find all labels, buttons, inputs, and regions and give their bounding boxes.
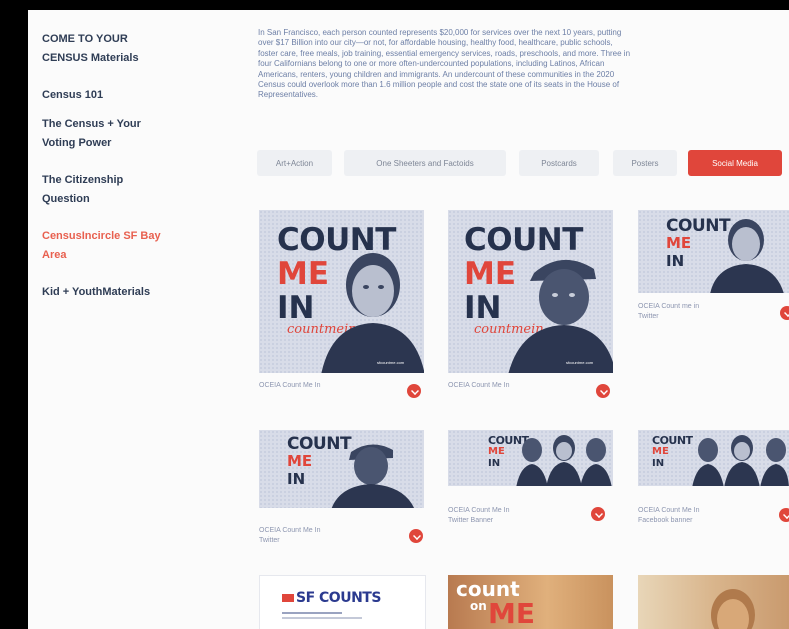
- download-icon[interactable]: [407, 384, 421, 398]
- person-portrait-icon: [331, 444, 414, 508]
- sidebar-item-label: Kid + YouthMaterials: [42, 286, 151, 298]
- sidebar-item-label: Census 101: [42, 89, 104, 101]
- intro-line: four Californians belong to one or more …: [258, 59, 605, 69]
- group-portrait-icon: [516, 435, 612, 486]
- card-caption: OCEIA Count me in Twitter: [638, 303, 700, 320]
- card-caption: OCEIA Count Me In Facebook banner: [638, 507, 700, 524]
- sidebar-item-label: CensusIncircle SF Bay: [42, 230, 161, 242]
- download-icon[interactable]: [591, 507, 605, 521]
- intro-line: In San Francisco, each person counted re…: [258, 28, 622, 37]
- tab-social-media[interactable]: Social Media: [688, 150, 782, 176]
- sidebar-item-come-to-your-census[interactable]: COME TO YOUR CENSUS Materials: [42, 30, 192, 68]
- download-icon[interactable]: [779, 508, 789, 522]
- card-thumbnail: COUNT ME IN countmein sfcountme.com: [448, 210, 613, 373]
- intro-line: Representatives.: [258, 90, 319, 100]
- card-count-on-me[interactable]: count on ME: [448, 575, 613, 629]
- sidebar-item-citizenship-question[interactable]: The Citizenship Question: [42, 171, 192, 209]
- card-count-me-in-1[interactable]: COUNT ME IN countmein sfcountme.com OCEI…: [259, 210, 424, 405]
- person-portrait-icon: [710, 219, 784, 293]
- poster-me-text: ME: [488, 597, 535, 629]
- card-thumbnail: COUNT ME IN: [638, 210, 789, 293]
- sidebar-item-label: Voting Power: [42, 137, 112, 149]
- card-thumbnail: COUNT ME IN: [448, 430, 613, 486]
- sidebar-item-label: COME TO YOUR: [42, 33, 128, 45]
- poster-in-text: IN: [287, 470, 306, 488]
- sidebar-item-label: CENSUS Materials: [42, 52, 139, 64]
- card-portrait-photo[interactable]: [638, 575, 789, 629]
- download-icon[interactable]: [409, 529, 423, 543]
- poster-in-text: IN: [488, 458, 501, 469]
- intro-line: Americans, renters, young children and i…: [258, 69, 615, 79]
- sidebar-nav: COME TO YOUR CENSUS Materials Census 101…: [42, 30, 192, 320]
- tab-art-action[interactable]: Art+Action: [257, 150, 332, 176]
- intro-line: Census could overlook more than 1.6 mill…: [258, 80, 620, 90]
- group-portrait-icon: [692, 435, 789, 486]
- sidebar-item-kid-youth[interactable]: Kid + YouthMaterials: [42, 283, 192, 302]
- poster-in-text: IN: [652, 458, 665, 469]
- poster-me-text: ME: [652, 446, 669, 457]
- sidebar-item-label: Area: [42, 249, 67, 261]
- card-twitter-banner[interactable]: COUNT ME IN OCEIA Count Me In Twitter Ba…: [448, 430, 613, 540]
- card-count-me-in-twitter[interactable]: COUNT ME IN OCEIA Count me in Twitter: [638, 210, 789, 340]
- intro-paragraph: In San Francisco, each person counted re…: [258, 28, 789, 101]
- poster-me-text: ME: [287, 452, 313, 470]
- poster-web-text: sfcountme.com: [566, 360, 594, 365]
- filter-tabs: Art+Action One Sheeters and Factoids Pos…: [257, 150, 789, 176]
- poster-sf-counts-text: SF COUNTS: [296, 590, 381, 606]
- poster-me-text: ME: [666, 234, 692, 252]
- sidebar-item-label: The Citizenship: [42, 174, 124, 186]
- sidebar-item-census-101[interactable]: Census 101: [42, 86, 192, 105]
- tab-postcards[interactable]: Postcards: [519, 150, 599, 176]
- card-thumbnail: COUNT ME IN: [259, 430, 424, 508]
- card-thumbnail: COUNT ME IN: [638, 430, 789, 486]
- poster-in-text: IN: [666, 252, 685, 270]
- sidebar-item-label: Question: [42, 193, 90, 205]
- person-photo-icon: [711, 589, 755, 629]
- sidebar-item-bay-area[interactable]: CensusIncircle SF Bay Area: [42, 227, 192, 265]
- intro-line: over $17 Billion into our city—or not, f…: [258, 38, 613, 48]
- tab-posters[interactable]: Posters: [613, 150, 677, 176]
- card-sf-counts[interactable]: SF COUNTS: [259, 575, 426, 629]
- poster-in-text: IN: [464, 290, 502, 326]
- intro-line: foster care, free meals, job training, e…: [258, 48, 631, 58]
- download-icon[interactable]: [596, 384, 610, 398]
- page: COME TO YOUR CENSUS Materials Census 101…: [28, 10, 789, 629]
- poster-on-text: on: [470, 599, 487, 613]
- card-facebook-banner[interactable]: COUNT ME IN OCEIA Count Me In Facebook b…: [638, 430, 789, 540]
- sf-counts-logo-icon: [282, 594, 294, 602]
- card-caption: OCEIA Count Me In: [448, 382, 510, 389]
- card-count-me-in-2[interactable]: COUNT ME IN countmein sfcountme.com OCEI…: [448, 210, 613, 405]
- person-portrait-icon: [508, 259, 613, 373]
- tab-one-sheeters[interactable]: One Sheeters and Factoids: [344, 150, 506, 176]
- card-caption: OCEIA Count Me In Twitter: [259, 527, 321, 544]
- card-count-me-in-twitter-2[interactable]: COUNT ME IN OCEIA Count Me In Twitter: [259, 430, 424, 555]
- card-caption: OCEIA Count Me In: [259, 382, 321, 389]
- download-icon[interactable]: [780, 306, 789, 320]
- card-caption: OCEIA Count Me In Twitter Banner: [448, 507, 510, 524]
- sidebar-item-voting-power[interactable]: The Census + Your Voting Power: [42, 115, 192, 153]
- sidebar-item-label: The Census + Your: [42, 118, 141, 130]
- card-thumbnail: COUNT ME IN countmein sfcountme.com: [259, 210, 424, 373]
- person-portrait-icon: [321, 253, 424, 373]
- poster-me-text: ME: [488, 446, 505, 457]
- poster-web-text: sfcountme.com: [377, 360, 405, 365]
- poster-in-text: IN: [277, 290, 315, 326]
